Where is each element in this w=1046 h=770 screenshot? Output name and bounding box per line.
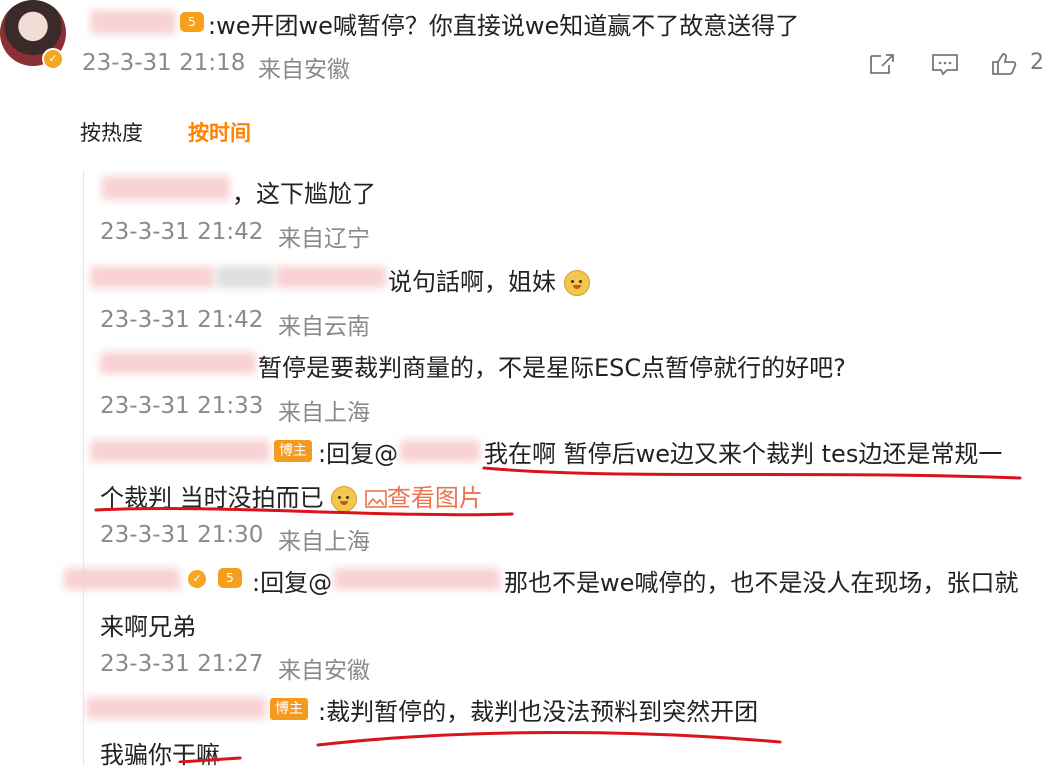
reply-username-redacted[interactable] (102, 176, 230, 200)
reply-time: 23-3-31 21:42 (100, 307, 264, 333)
verified-badge-icon: ✓ (42, 48, 64, 70)
reply-time: 23-3-31 21:33 (100, 393, 264, 419)
reply-username-redacted[interactable] (100, 352, 256, 374)
reply-prefix: :回复@ (318, 440, 399, 468)
reply-text: 那也不是we喊停的，也不是没人在现场，张口就 (504, 569, 1019, 597)
reply-location: 来自辽宁 (278, 226, 370, 252)
like-count: 2 (1030, 50, 1044, 75)
reply-location: 来自上海 (278, 400, 370, 426)
doge-emoji-icon (563, 270, 590, 296)
reply-username-redacted[interactable] (64, 568, 180, 590)
reply-username-redacted[interactable] (276, 266, 386, 288)
reply-location: 来自安徽 (278, 658, 370, 684)
view-image-link[interactable]: 查看图片 (365, 484, 483, 512)
doge-emoji-icon (331, 486, 358, 512)
reply-text-continued: 我骗你干嘛 (100, 741, 220, 769)
reply-time: 23-3-31 21:30 (100, 522, 264, 548)
underline-3 (316, 731, 782, 747)
reply-text: :裁判暂停的，裁判也没法预料到突然开团 (318, 698, 759, 726)
reply-username-redacted[interactable] (86, 697, 266, 719)
reply-text: ，这下尴尬了 (232, 180, 376, 208)
reply-text: 说句話啊，姐妹 (388, 262, 590, 297)
underline-1 (482, 466, 1022, 480)
reply-username-redacted[interactable] (216, 266, 274, 288)
crown-icon: 5 (218, 568, 242, 588)
reply-text: 我在啊 暂停后we边又来个裁判 tes边还是常规一 (484, 440, 1003, 468)
tab-hot[interactable]: 按热度 (80, 117, 143, 147)
reply-location: 来自云南 (278, 314, 370, 340)
blogger-badge: 博主 (270, 698, 308, 720)
share-icon[interactable] (868, 52, 896, 81)
reply-location: 来自上海 (278, 529, 370, 555)
verified-icon: ✓ (188, 570, 206, 588)
reply-prefix: :回复@ (252, 569, 333, 597)
post-text: :we开团we喊暂停？你直接说we知道赢不了故意送得了 (208, 12, 800, 40)
reply-time: 23-3-31 21:42 (100, 219, 264, 245)
reply-text: 暂停是要裁判商量的，不是星际ESC点暂停就行的好吧? (258, 354, 846, 382)
reply-text-continued: 来啊兄弟 (100, 613, 196, 641)
post-location: 来自安徽 (258, 57, 350, 83)
tab-time[interactable]: 按时间 (188, 117, 251, 147)
comment-icon[interactable] (930, 52, 960, 81)
mention-redacted[interactable] (400, 440, 480, 462)
reply-username-redacted[interactable] (90, 440, 270, 462)
thread-line (83, 170, 84, 765)
blogger-badge: 博主 (274, 440, 312, 462)
like-icon[interactable] (990, 52, 1018, 81)
post-time: 23-3-31 21:18 (82, 50, 246, 76)
crown-icon: 5 (180, 12, 204, 32)
username-redacted[interactable] (90, 10, 176, 34)
reply-text-continued: 个裁判 当时没拍而已 查看图片 (100, 484, 483, 512)
mention-redacted[interactable] (334, 568, 500, 590)
reply-time: 23-3-31 21:27 (100, 651, 264, 677)
reply-username-redacted[interactable] (90, 266, 214, 288)
